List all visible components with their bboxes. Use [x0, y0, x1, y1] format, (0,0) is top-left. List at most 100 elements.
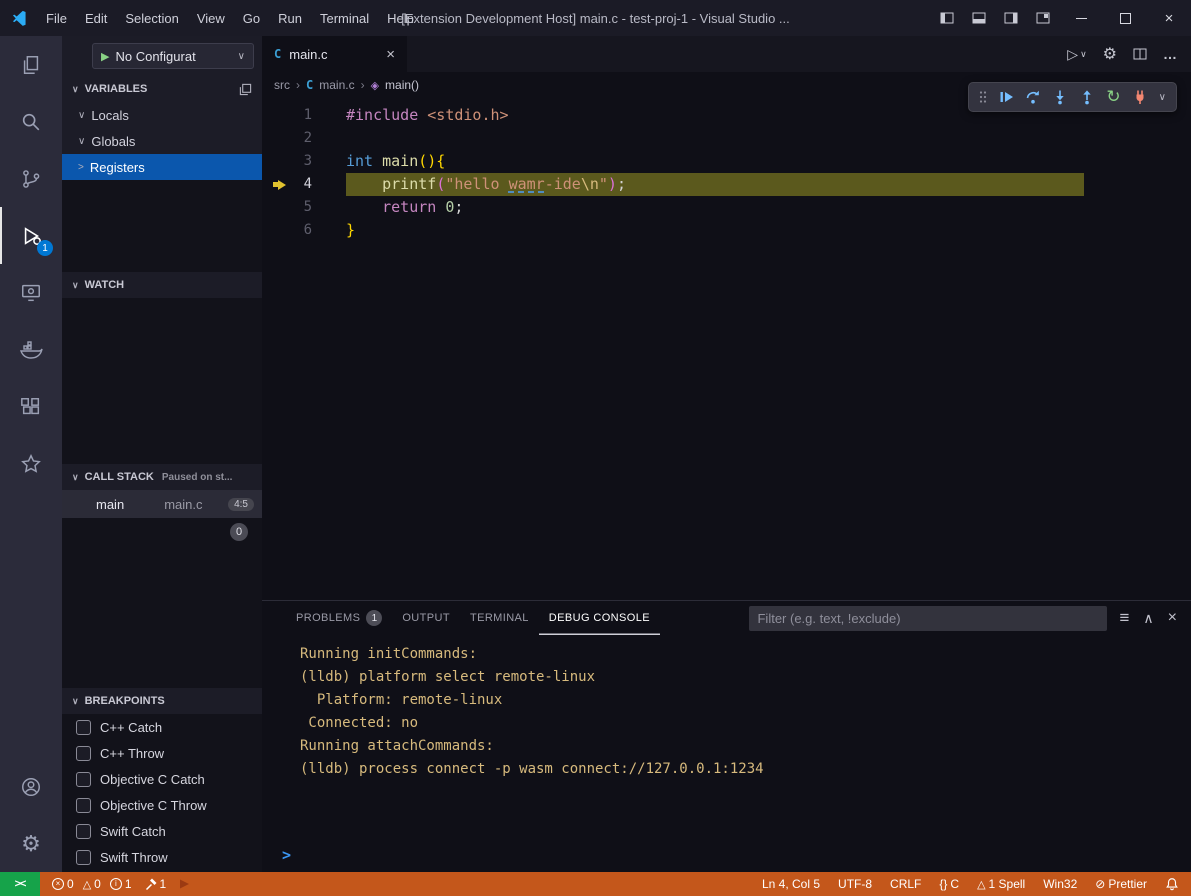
close-tab-icon[interactable]: ×	[386, 46, 395, 63]
search-icon[interactable]	[0, 93, 62, 150]
close-panel-icon[interactable]: ×	[1168, 609, 1177, 627]
encoding[interactable]: UTF-8	[838, 877, 872, 891]
menu-terminal[interactable]: Terminal	[311, 0, 378, 36]
checkbox[interactable]	[76, 720, 91, 735]
checkbox[interactable]	[76, 798, 91, 813]
menu-view[interactable]: View	[188, 0, 234, 36]
tab-problems[interactable]: PROBLEMS 1	[286, 601, 392, 635]
current-statement-arrow-icon[interactable]	[262, 173, 286, 196]
breakpoint-item[interactable]: Objective C Catch	[62, 766, 262, 792]
continue-icon[interactable]	[998, 89, 1014, 105]
spell-checker-status[interactable]: △ 1 Spell	[977, 877, 1025, 891]
breakpoint-item[interactable]: C++ Throw	[62, 740, 262, 766]
code-line[interactable]: 3int main(){	[262, 150, 1191, 173]
variables-item-locals[interactable]: ∨Locals	[62, 102, 262, 128]
split-editor-icon[interactable]	[1133, 47, 1147, 61]
tab-output[interactable]: OUTPUT	[392, 601, 460, 635]
breakpoint-item[interactable]: C++ Catch	[62, 714, 262, 740]
code-line[interactable]: 2	[262, 127, 1191, 150]
breakpoint-gutter[interactable]	[262, 219, 286, 242]
tasks-status[interactable]: 1	[144, 877, 167, 891]
chevron-down-icon[interactable]: ∨	[1159, 92, 1166, 103]
breakpoint-gutter[interactable]	[262, 196, 286, 219]
start-debug-icon[interactable]: ▶	[101, 50, 109, 63]
breakpoint-gutter[interactable]	[262, 104, 286, 127]
variables-item-registers[interactable]: >Registers	[62, 154, 262, 180]
variables-item-globals[interactable]: ∨Globals	[62, 128, 262, 154]
notifications-bell-icon[interactable]	[1165, 877, 1179, 891]
menu-go[interactable]: Go	[234, 0, 269, 36]
disconnect-icon[interactable]	[1132, 89, 1148, 105]
remote-explorer-icon[interactable]	[0, 264, 62, 321]
explorer-icon[interactable]	[0, 36, 62, 93]
remote-indicator[interactable]: ><	[0, 872, 40, 896]
output-lines-icon[interactable]: ≡	[1119, 608, 1129, 628]
problems-status[interactable]: ×0 △0 i1	[52, 877, 132, 891]
code-line[interactable]: 6}	[262, 219, 1191, 242]
language-mode[interactable]: {} C	[939, 877, 959, 891]
minimize-icon[interactable]	[1059, 0, 1103, 36]
tab-debug-console[interactable]: DEBUG CONSOLE	[539, 601, 660, 635]
extensions-icon[interactable]	[0, 378, 62, 435]
menu-edit[interactable]: Edit	[76, 0, 116, 36]
close-icon[interactable]: ×	[1147, 0, 1191, 36]
settings-gear-icon[interactable]: ⚙	[0, 815, 62, 872]
customize-layout-icon[interactable]	[1027, 0, 1059, 36]
menu-selection[interactable]: Selection	[116, 0, 187, 36]
call-stack-frame[interactable]: main main.c 4:5	[62, 490, 262, 518]
docker-icon[interactable]	[0, 321, 62, 378]
more-actions-icon[interactable]: …	[1163, 46, 1177, 62]
account-icon[interactable]	[0, 758, 62, 815]
checkbox[interactable]	[76, 746, 91, 761]
breakpoints-section-header[interactable]: ∨ BREAKPOINTS	[62, 688, 262, 714]
formatter-status[interactable]: ⊘ Prettier	[1095, 877, 1147, 891]
c-file-icon: C	[306, 78, 313, 92]
platform[interactable]: Win32	[1043, 877, 1077, 891]
star-icon[interactable]	[0, 435, 62, 492]
breakpoint-gutter[interactable]	[262, 127, 286, 150]
toggle-secondary-sidebar-icon[interactable]	[995, 0, 1027, 36]
checkbox[interactable]	[76, 824, 91, 839]
code-line[interactable]: 4 printf("hello wamr-ide\n");	[262, 173, 1191, 196]
tab-bar: C main.c × ▷∨ ⚙ …	[262, 36, 1191, 72]
editor-group: C main.c × ▷∨ ⚙ … src › C main.c › ◈ mai…	[262, 36, 1191, 600]
menu-file[interactable]: File	[37, 0, 76, 36]
menu-run[interactable]: Run	[269, 0, 311, 36]
step-into-icon[interactable]	[1052, 89, 1068, 105]
checkbox[interactable]	[76, 772, 91, 787]
views-icon[interactable]	[239, 83, 252, 96]
console-prompt-icon[interactable]: >	[282, 846, 291, 864]
toggle-sidebar-icon[interactable]	[931, 0, 963, 36]
console-filter-input[interactable]	[749, 606, 1107, 631]
step-out-icon[interactable]	[1079, 89, 1095, 105]
run-or-debug-icon[interactable]: ▷∨	[1067, 46, 1086, 63]
toggle-panel-icon[interactable]	[963, 0, 995, 36]
debug-status-icon[interactable]	[178, 878, 190, 890]
titlebar: FileEditSelectionViewGoRunTerminalHelp […	[0, 0, 1191, 36]
debug-toolbar: ↻ ∨	[968, 82, 1177, 112]
maximize-icon[interactable]	[1103, 0, 1147, 36]
breakpoint-item[interactable]: Swift Throw	[62, 844, 262, 870]
watch-section-header[interactable]: ∨ WATCH	[62, 272, 262, 298]
cursor-position[interactable]: Ln 4, Col 5	[762, 877, 820, 891]
drag-grip-icon[interactable]	[979, 90, 987, 104]
code-line[interactable]: 5 return 0;	[262, 196, 1191, 219]
checkbox[interactable]	[76, 850, 91, 865]
step-over-icon[interactable]	[1025, 89, 1041, 105]
variables-section-header[interactable]: ∨ VARIABLES	[62, 76, 262, 102]
breakpoint-item[interactable]: Objective C Throw	[62, 792, 262, 818]
tab-main-c[interactable]: C main.c ×	[262, 36, 407, 72]
chevron-down-icon: ∨	[238, 51, 245, 62]
run-debug-icon[interactable]: 1	[0, 207, 62, 264]
source-control-icon[interactable]	[0, 150, 62, 207]
maximize-panel-icon[interactable]: ∧	[1143, 610, 1153, 627]
tab-terminal[interactable]: TERMINAL	[460, 601, 539, 635]
debug-badge: 1	[37, 240, 53, 256]
breakpoint-gutter[interactable]	[262, 150, 286, 173]
launch-config-dropdown[interactable]: ▶ No Configurat ∨	[92, 43, 254, 69]
call-stack-section-header[interactable]: ∨ CALL STACK Paused on st...	[62, 464, 262, 490]
eol-sequence[interactable]: CRLF	[890, 877, 921, 891]
breakpoint-item[interactable]: Swift Catch	[62, 818, 262, 844]
gear-icon[interactable]: ⚙	[1103, 44, 1117, 64]
restart-icon[interactable]: ↻	[1106, 89, 1120, 106]
